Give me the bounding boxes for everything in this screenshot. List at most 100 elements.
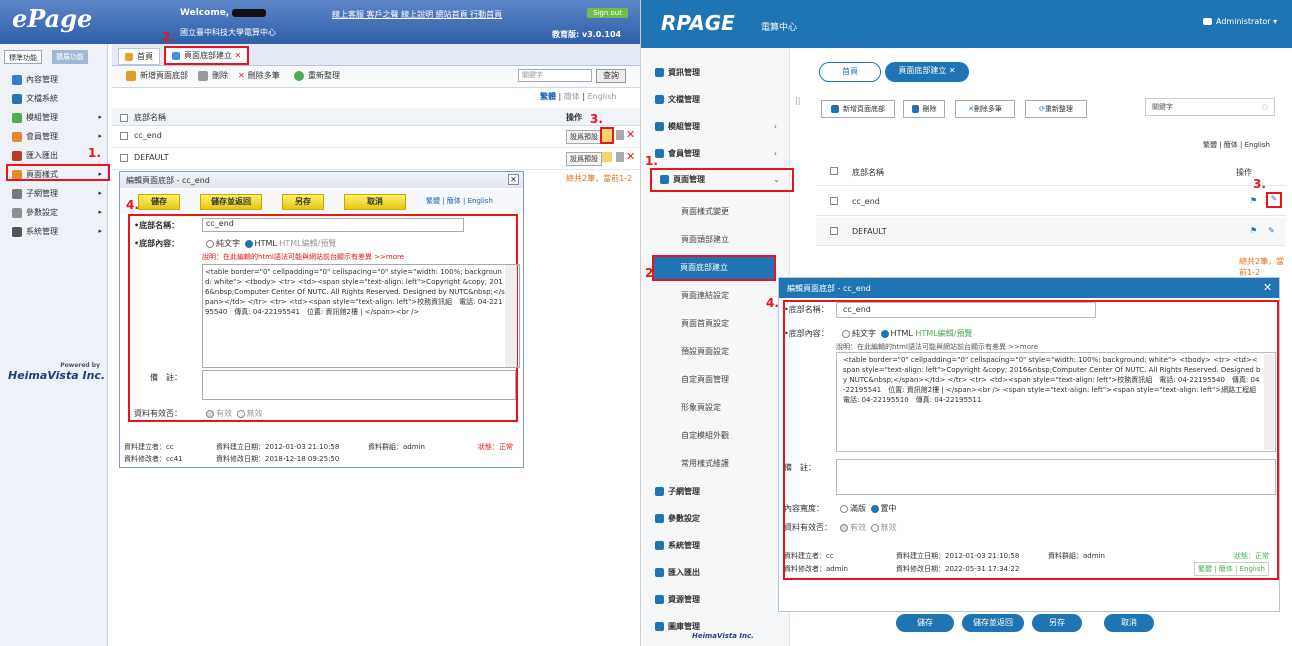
sidebar-item[interactable]: 系統管理 bbox=[641, 533, 789, 559]
row-checkbox[interactable] bbox=[120, 132, 128, 140]
signout-button[interactable]: Sign out bbox=[587, 8, 628, 18]
language-switch[interactable]: 繁體 | 簡体 | English bbox=[1203, 140, 1270, 150]
sidebar-subitem[interactable]: 自定頁面管理 bbox=[641, 367, 789, 393]
width-radios[interactable]: 滿版 置中 bbox=[838, 503, 897, 514]
close-icon[interactable]: ✕ bbox=[949, 66, 956, 75]
valid-radios[interactable]: 有效 無效 bbox=[204, 408, 263, 419]
lang-simp[interactable]: 簡体 bbox=[564, 92, 580, 101]
tab-home[interactable]: 首頁 bbox=[118, 48, 160, 65]
remark-textarea[interactable] bbox=[202, 370, 516, 400]
save-button[interactable]: 儲存 bbox=[896, 614, 954, 632]
sidebar-item[interactable]: 模組管理 ▸ bbox=[0, 108, 108, 127]
footer-html-textarea[interactable]: <table border="0" cellpadding="0" cellsp… bbox=[202, 264, 520, 368]
sidebar-item[interactable]: 文檔系統 bbox=[0, 89, 108, 108]
refresh-button[interactable]: 重新整理 bbox=[294, 70, 340, 81]
content-mode[interactable]: 純文字 HTML HTML編輯/預覽 bbox=[840, 328, 972, 339]
save-return-button[interactable]: 儲存並返回 bbox=[962, 614, 1024, 632]
footer-html-textarea[interactable]: <table border="0" cellpadding="0" cellsp… bbox=[836, 352, 1276, 452]
save-button[interactable]: 儲存 bbox=[138, 194, 180, 210]
refresh-button[interactable]: ⟳重新整理 bbox=[1025, 100, 1087, 118]
row-checkbox[interactable] bbox=[830, 227, 838, 235]
radio-valid[interactable] bbox=[206, 409, 214, 418]
language-switch[interactable]: 繁體 | 簡体 | English bbox=[540, 91, 616, 102]
trash-icon[interactable] bbox=[616, 152, 624, 162]
dialog-close-icon[interactable]: ✕ bbox=[508, 174, 519, 185]
sidebar-subitem[interactable]: 預設頁面設定 bbox=[641, 339, 789, 365]
dialog-language[interactable]: 繁體 | 簡体 | English bbox=[426, 196, 493, 206]
radio-invalid[interactable] bbox=[236, 409, 245, 418]
delete-x-icon[interactable]: ✕ bbox=[626, 128, 635, 141]
sidebar-item[interactable]: 匯入匯出 bbox=[641, 560, 789, 586]
radio-html[interactable] bbox=[880, 329, 889, 338]
lang-en[interactable]: English bbox=[588, 92, 617, 101]
sidebar-item[interactable]: 資源管理 bbox=[641, 587, 789, 613]
lang-trad[interactable]: 繁體 bbox=[540, 92, 556, 101]
tab-home[interactable]: 首頁 bbox=[819, 62, 881, 82]
footer-name-field[interactable]: cc_end bbox=[202, 218, 464, 232]
radio-valid[interactable] bbox=[840, 523, 848, 532]
delete-button[interactable]: 刪除 bbox=[903, 100, 945, 118]
html-edit-link[interactable]: HTML編輯/預覽 bbox=[279, 239, 336, 248]
radio-invalid[interactable] bbox=[870, 523, 879, 532]
sidebar-subitem[interactable]: 頁面頭部建立 bbox=[641, 227, 789, 253]
sidebar-subitem[interactable]: 頁面樣式變更 bbox=[641, 199, 789, 225]
top-links[interactable]: 線上客服 客戶之聲 線上說明 網站首頁 行動首頁 bbox=[332, 9, 502, 20]
sidebar-item[interactable]: 文檔管理 bbox=[641, 87, 789, 113]
edit-icon[interactable]: ✎ bbox=[1266, 192, 1282, 208]
set-default-button[interactable]: 設爲預設 bbox=[566, 130, 602, 144]
search-icon[interactable]: ○ bbox=[1262, 99, 1268, 115]
sidebar-item[interactable]: 系統管理 ▸ bbox=[0, 222, 108, 241]
splitter-handle[interactable]: || bbox=[795, 96, 800, 105]
scrollbar[interactable] bbox=[1264, 354, 1274, 450]
add-footer-button[interactable]: 新增頁面底部 bbox=[821, 100, 895, 118]
pin-icon[interactable]: ⚑ bbox=[1250, 196, 1257, 205]
cancel-button[interactable]: 取消 bbox=[1104, 614, 1154, 632]
sidebar-subitem[interactable]: 頁面首頁設定 bbox=[641, 311, 789, 337]
search-input[interactable]: 關鍵字 ○ bbox=[1145, 98, 1275, 116]
row-checkbox[interactable] bbox=[830, 197, 838, 205]
sidebar-subitem[interactable]: 形象頁設定 bbox=[641, 395, 789, 421]
sidebar-subitem[interactable]: 常用樣式維護 bbox=[641, 451, 789, 477]
save-return-button[interactable]: 儲存並返回 bbox=[200, 194, 262, 210]
select-all-checkbox[interactable] bbox=[830, 167, 838, 175]
tab-extended[interactable]: 擴展功能 bbox=[52, 50, 88, 64]
sidebar-item[interactable]: 頁面管理 ⌄ bbox=[650, 168, 794, 192]
dialog-close-icon[interactable]: ✕ bbox=[1263, 281, 1272, 294]
sidebar-subitem[interactable]: 自定模組外觀 bbox=[641, 423, 789, 449]
radio-center[interactable] bbox=[870, 504, 879, 513]
tab-standard[interactable]: 標準功能 bbox=[4, 50, 42, 64]
search-button[interactable]: 查詢 bbox=[596, 69, 626, 83]
tab-footer-create[interactable]: 頁面底部建立 ✕ bbox=[885, 62, 969, 82]
trash-icon[interactable] bbox=[616, 130, 624, 140]
sidebar-item[interactable]: 子網管理 ▸ bbox=[0, 184, 108, 203]
valid-radios[interactable]: 有效 無效 bbox=[838, 522, 897, 533]
sidebar-item[interactable]: 會員管理 › bbox=[641, 141, 789, 167]
sidebar-subitem[interactable]: 頁面底部建立 bbox=[652, 255, 776, 281]
tab-footer-create[interactable]: 頁面底部建立 ✕ bbox=[164, 46, 250, 65]
set-default-button[interactable]: 設爲預設 bbox=[566, 152, 602, 166]
edit-icon[interactable] bbox=[600, 127, 614, 144]
scrollbar[interactable] bbox=[505, 265, 517, 367]
delete-x-icon[interactable]: ✕ bbox=[626, 150, 635, 163]
sidebar-item[interactable]: 子網管理 bbox=[641, 479, 789, 505]
row-checkbox[interactable] bbox=[120, 154, 128, 162]
content-mode[interactable]: 純文字 HTML HTML編輯/預覽 bbox=[204, 238, 336, 249]
sidebar-item[interactable]: 參數設定 ▸ bbox=[0, 203, 108, 222]
sidebar-item[interactable]: 模組管理 › bbox=[641, 114, 789, 140]
delete-multi-button[interactable]: ✕刪除多筆 bbox=[238, 70, 280, 81]
delete-button[interactable]: 刪除 bbox=[198, 70, 228, 81]
save-as-button[interactable]: 另存 bbox=[282, 194, 324, 210]
radio-plain[interactable] bbox=[206, 239, 214, 248]
sidebar-item[interactable]: 參數設定 bbox=[641, 506, 789, 532]
radio-full[interactable] bbox=[840, 504, 848, 513]
cancel-button[interactable]: 取消 bbox=[344, 194, 406, 210]
delete-multi-button[interactable]: ✕刪除多筆 bbox=[955, 100, 1015, 118]
pin-icon[interactable]: ⚑ bbox=[1250, 226, 1257, 235]
radio-html[interactable] bbox=[244, 239, 253, 248]
footer-name-field[interactable]: cc_end bbox=[836, 302, 1096, 318]
select-all-checkbox[interactable] bbox=[120, 114, 128, 122]
save-as-button[interactable]: 另存 bbox=[1032, 614, 1082, 632]
sidebar-item[interactable]: 內容管理 bbox=[0, 70, 108, 89]
edit-icon[interactable] bbox=[602, 152, 612, 162]
user-menu[interactable]: Administrator ▾ bbox=[1203, 17, 1277, 26]
